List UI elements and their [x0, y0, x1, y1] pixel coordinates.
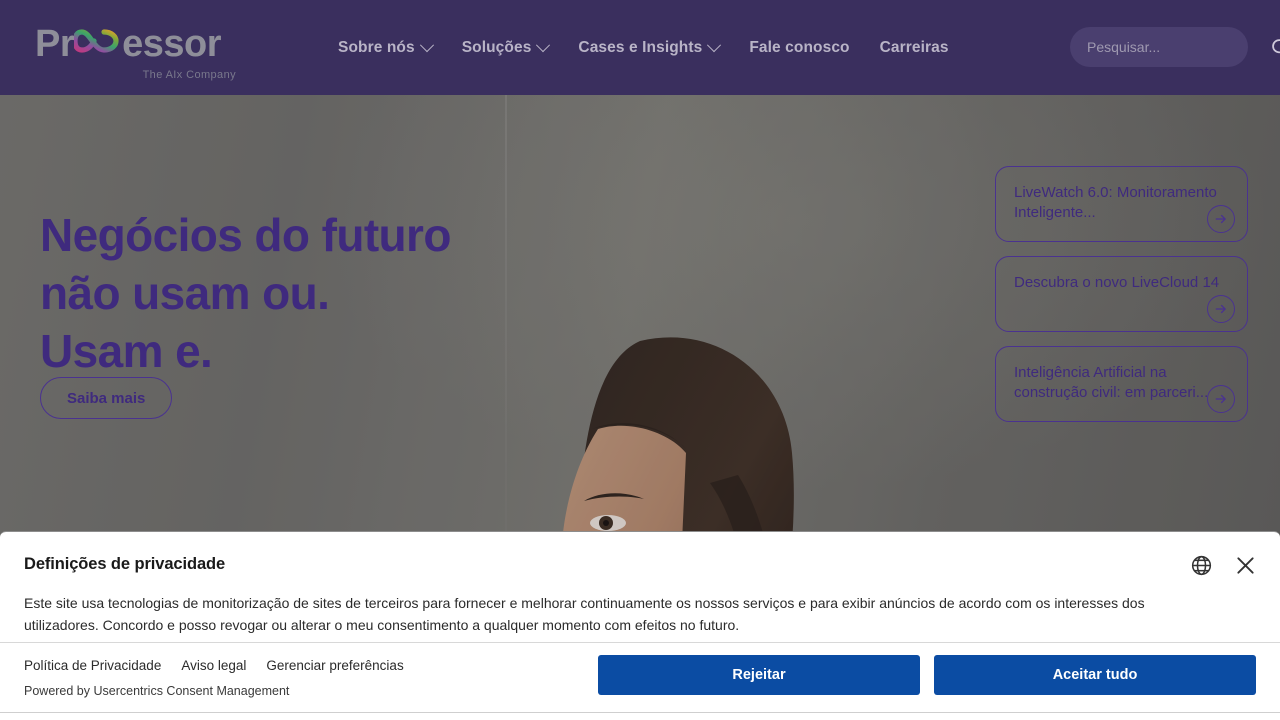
link-gerenciar-preferencias[interactable]: Gerenciar preferências: [266, 658, 403, 673]
privacy-banner-links: Política de Privacidade Aviso legal Gere…: [24, 658, 404, 673]
logo-wordmark: Pr essor: [35, 22, 240, 63]
privacy-banner-icon-group: [1188, 552, 1258, 578]
hero-card-title: LiveWatch 6.0: Monitoramento Inteligente…: [1014, 184, 1217, 221]
nav-label: Sobre nós: [338, 38, 415, 56]
page-root: Pr essor The AIx Company Sobre nós Soluç…: [0, 0, 1280, 720]
hero-headline-line-2: não usam ou.: [40, 266, 330, 319]
nav-item-fale-conosco[interactable]: Fale conosco: [749, 39, 849, 57]
globe-icon[interactable]: [1188, 552, 1214, 578]
hero-card-title: Inteligência Artificial na construção ci…: [1014, 364, 1209, 401]
main-navigation: Sobre nós Soluções Cases e Insights Fale…: [338, 0, 949, 95]
arrow-right-circle-icon[interactable]: [1207, 295, 1235, 323]
accept-all-button[interactable]: Aceitar tudo: [934, 655, 1256, 695]
link-politica-de-privacidade[interactable]: Política de Privacidade: [24, 658, 161, 673]
nav-item-sobre-nos[interactable]: Sobre nós: [338, 37, 434, 57]
close-icon[interactable]: [1232, 552, 1258, 578]
site-header: Pr essor The AIx Company Sobre nós Soluç…: [0, 0, 1280, 95]
nav-label: Soluções: [461, 38, 532, 56]
nav-item-solucoes[interactable]: Soluções: [461, 37, 551, 57]
privacy-settings-banner: Definições de privacidade Este site usa …: [0, 531, 1280, 720]
privacy-banner-divider: [0, 642, 1280, 643]
search-input[interactable]: [1070, 38, 1270, 56]
hero-headline-line-1: Negócios do futuro: [40, 208, 451, 261]
nav-item-carreiras[interactable]: Carreiras: [880, 39, 949, 57]
search-icon[interactable]: [1270, 27, 1280, 67]
nav-label: Cases e Insights: [578, 38, 703, 56]
link-aviso-legal[interactable]: Aviso legal: [181, 658, 246, 673]
hero-headline-line-3: Usam e.: [40, 324, 213, 377]
logo-text-prefix: Pr: [35, 23, 75, 65]
hero-card-livewatch[interactable]: LiveWatch 6.0: Monitoramento Inteligente…: [995, 166, 1248, 242]
chevron-down-icon: [707, 37, 722, 52]
hero-card-title: Descubra o novo LiveCloud 14: [1014, 274, 1220, 291]
hero-card-ia-construcao[interactable]: Inteligência Artificial na construção ci…: [995, 346, 1248, 422]
logo-text-suffix: essor: [122, 23, 222, 65]
privacy-banner-description: Este site usa tecnologias de monitorizaç…: [24, 595, 1145, 633]
arrow-right-circle-icon[interactable]: [1207, 385, 1235, 413]
nav-label: Carreiras: [879, 38, 949, 56]
arrow-right-circle-icon[interactable]: [1207, 205, 1235, 233]
logo-infinity-icon: [74, 22, 122, 56]
hero-card-list: LiveWatch 6.0: Monitoramento Inteligente…: [995, 166, 1248, 422]
privacy-banner-bottom-rule: [0, 712, 1280, 713]
nav-item-cases-e-insights[interactable]: Cases e Insights: [578, 37, 722, 57]
search-box: [1070, 27, 1280, 67]
hero-headline: Negócios do futuro não usam ou. Usam e.: [40, 206, 660, 380]
privacy-banner-title: Definições de privacidade: [24, 555, 226, 573]
privacy-banner-actions: Rejeitar Aceitar tudo: [598, 655, 1256, 695]
hero-card-livecloud[interactable]: Descubra o novo LiveCloud 14: [995, 256, 1248, 332]
nav-label: Fale conosco: [749, 38, 850, 56]
logo-tagline: The AIx Company: [142, 69, 236, 81]
chevron-down-icon: [536, 37, 551, 52]
reject-button[interactable]: Rejeitar: [598, 655, 920, 695]
chevron-down-icon: [419, 37, 434, 52]
site-logo[interactable]: Pr essor The AIx Company: [35, 22, 240, 81]
saiba-mais-button[interactable]: Saiba mais: [40, 377, 173, 419]
privacy-banner-powered-by: Powered by Usercentrics Consent Manageme…: [24, 684, 290, 698]
